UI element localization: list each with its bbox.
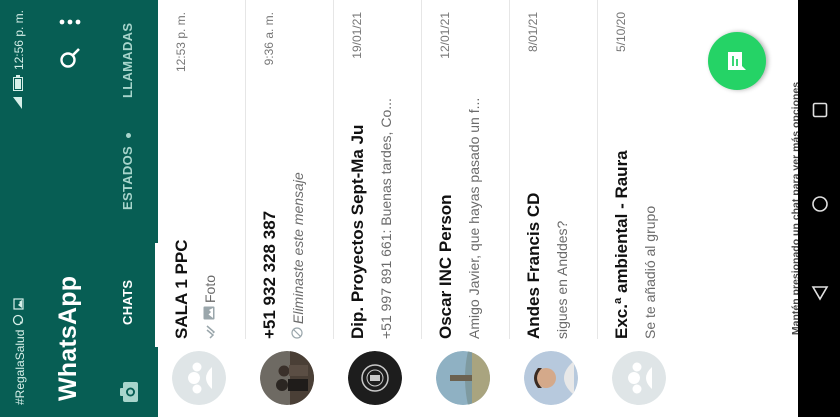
contact-avatar	[524, 351, 578, 405]
app-bar: WhatsApp	[40, 0, 100, 417]
tab-bar: CHATS ESTADOS LLAMADAS	[100, 0, 158, 417]
search-icon[interactable]	[56, 44, 84, 72]
group-avatar	[612, 351, 666, 405]
chat-time: 12:53 p. m.	[174, 12, 188, 73]
camera-icon[interactable]	[114, 377, 144, 407]
unread-dot-icon	[126, 133, 132, 139]
chat-item-andes-francis-cd[interactable]: Andes Francis CD 8/01/21 sigues en Andde…	[510, 0, 598, 417]
chat-time: 8/01/21	[526, 12, 540, 53]
chat-item-dip-proyectos[interactable]: Dip. Proyectos Sept-Ma Ju 19/01/21 +51 9…	[334, 0, 422, 417]
battery-icon	[12, 75, 26, 92]
deleted-message-icon	[290, 327, 306, 339]
chat-name: SALA 1 PPC	[172, 239, 191, 339]
chat-name: Dip. Proyectos Sept-Ma Ju	[348, 124, 367, 339]
chat-name: +51 932 328 387	[260, 210, 279, 339]
chat-name: Andes Francis CD	[524, 192, 543, 339]
screen: #RegalaSalud 12:56 p. m. WhatsApp CHATS …	[0, 0, 840, 417]
chat-preview-text: Eliminaste este mensaje	[290, 172, 306, 324]
tab-calls[interactable]: LLAMADAS	[120, 23, 135, 98]
recents-icon[interactable]	[806, 96, 834, 124]
back-icon[interactable]	[806, 278, 834, 306]
chat-preview-text: sigues en Anddes?	[554, 220, 570, 339]
chat-name: Exc.ª ambiental - Raura	[612, 150, 631, 339]
group-avatar	[348, 351, 402, 405]
status-left: #RegalaSalud	[12, 297, 27, 405]
status-hashtag: #RegalaSalud	[12, 329, 27, 405]
photo-icon	[202, 306, 218, 320]
double-check-icon	[202, 323, 218, 339]
gallery-notification-icon	[12, 297, 27, 310]
chat-preview-text: Amigo Javier, que hayas pasado un f...	[466, 97, 482, 339]
chat-preview: Eliminaste este mensaje	[290, 19, 306, 339]
phone-screen: #RegalaSalud 12:56 p. m. WhatsApp CHATS …	[0, 0, 840, 417]
more-vert-icon[interactable]	[56, 12, 84, 32]
chat-time: 9:36 a. m.	[262, 12, 276, 66]
chat-item-exc-ambiental-raura[interactable]: Exc.ª ambiental - Raura 5/10/20 Se te añ…	[598, 0, 686, 417]
new-chat-icon[interactable]	[708, 32, 766, 90]
group-avatar	[172, 351, 226, 405]
tab-chats[interactable]: CHATS	[120, 280, 135, 325]
chat-preview: Foto	[202, 19, 218, 339]
chat-preview: Amigo Javier, que hayas pasado un f...	[466, 19, 482, 339]
chat-item-sala-1-ppc[interactable]: SALA 1 PPC 12:53 p. m. Foto	[158, 0, 246, 417]
chat-preview: +51 997 891 661: Buenas tardes, Co...	[378, 19, 394, 339]
chat-list: SALA 1 PPC 12:53 p. m. Foto +51 932 328 …	[158, 0, 788, 417]
chat-preview: Se te añadió al grupo	[642, 19, 658, 339]
chat-preview-text: +51 997 891 661: Buenas tardes, Co...	[378, 98, 394, 339]
chat-item-51-932-328-387[interactable]: +51 932 328 387 9:36 a. m. Eliminaste es…	[246, 0, 334, 417]
status-right: 12:56 p. m.	[12, 10, 26, 110]
chat-preview-text: Foto	[202, 274, 218, 303]
tab-status-label: ESTADOS	[120, 146, 135, 210]
whatsapp-notification-icon	[12, 314, 27, 326]
chat-preview-text: Se te añadió al grupo	[642, 205, 658, 339]
chat-time: 19/01/21	[350, 12, 364, 59]
home-icon[interactable]	[806, 190, 834, 218]
chat-name: Oscar INC Person	[436, 194, 455, 339]
app-title: WhatsApp	[54, 275, 82, 401]
chat-time: 12/01/21	[438, 12, 452, 59]
contact-avatar	[436, 351, 490, 405]
chat-time: 5/10/20	[614, 12, 628, 53]
status-time: 12:56 p. m.	[12, 10, 26, 71]
chat-item-oscar-inc-person[interactable]: Oscar INC Person 12/01/21 Amigo Javier, …	[422, 0, 510, 417]
tab-status[interactable]: ESTADOS	[120, 133, 135, 210]
chat-preview: sigues en Anddes?	[554, 19, 570, 339]
signal-icon	[12, 96, 26, 110]
system-nav-bar	[798, 0, 840, 417]
status-bar: #RegalaSalud 12:56 p. m.	[0, 0, 40, 417]
contact-avatar	[260, 351, 314, 405]
